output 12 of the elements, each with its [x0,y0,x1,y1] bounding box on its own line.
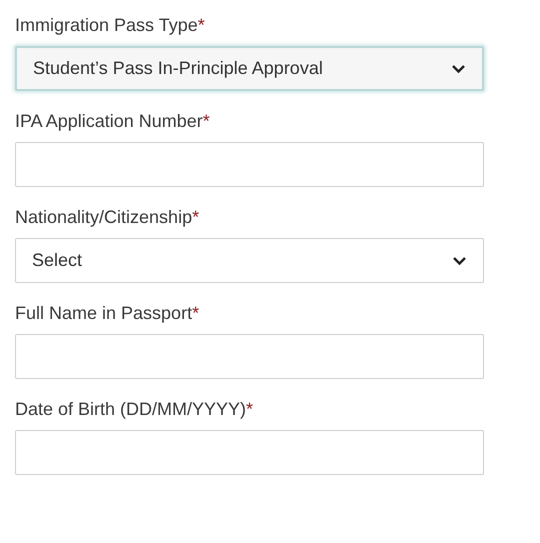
input-field[interactable] [15,430,484,475]
input-field[interactable] [15,334,484,379]
dropdown-field[interactable]: Select [15,238,484,283]
input-field[interactable] [15,142,484,187]
chevron-down-icon [452,256,467,266]
field-label: IPA Application Number* [15,110,211,133]
field-label: Nationality/Citizenship* [15,206,200,229]
field-label: Immigration Pass Type* [15,14,206,37]
dropdown-field[interactable]: Student’s Pass In-Principle Approval [15,46,484,91]
field-label: Full Name in Passport* [15,302,200,325]
field-label: Date of Birth (DD/MM/YYYY)* [15,398,254,421]
chevron-down-icon [451,64,466,74]
